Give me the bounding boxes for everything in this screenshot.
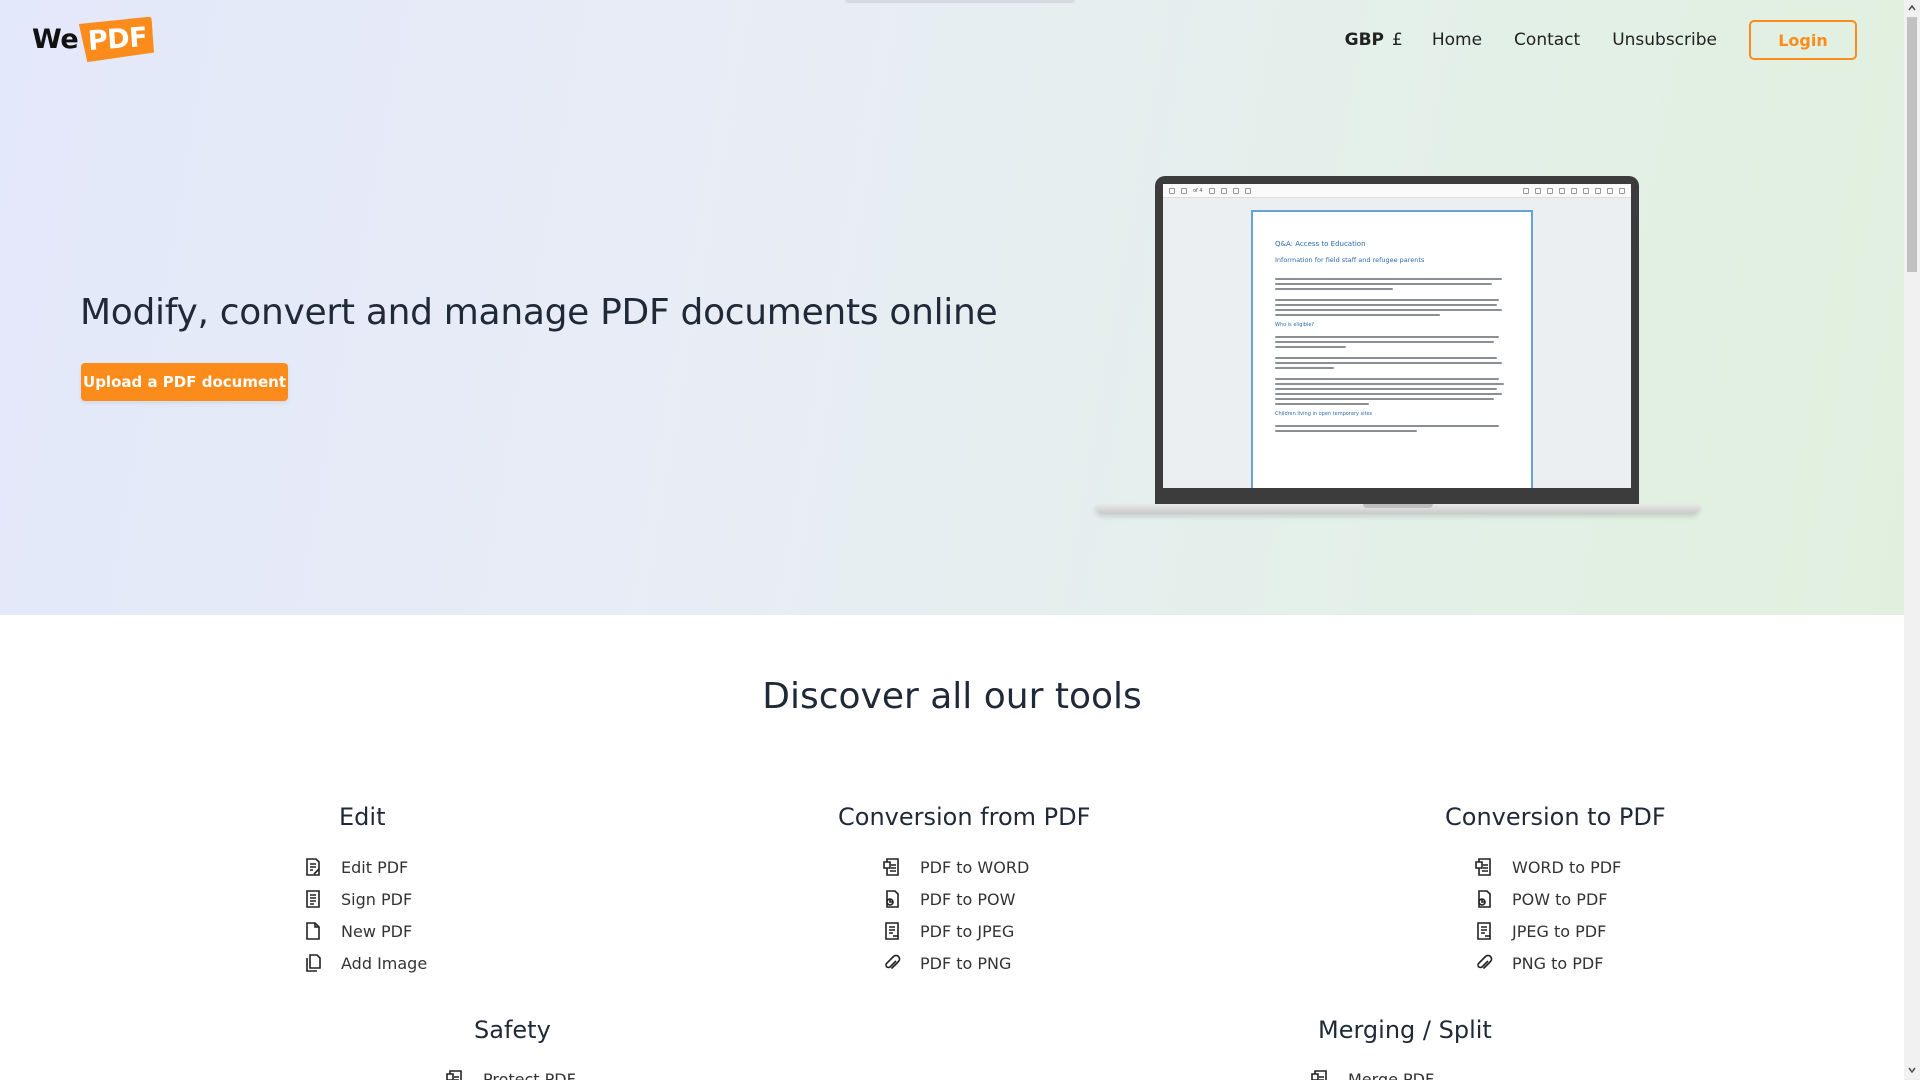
currency-selector[interactable]: GBP £ [1345, 30, 1403, 50]
fullscreen-icon [1571, 187, 1577, 194]
page-view-icon [1244, 187, 1251, 194]
prev-page-icon [1169, 187, 1175, 194]
tool-sign-pdf[interactable]: Sign PDF [303, 883, 427, 915]
category-title-conversion-to-pdf: Conversion to PDF [1445, 803, 1666, 831]
tool-edit-pdf[interactable]: Edit PDF [303, 851, 427, 883]
tool-add-image[interactable]: Add Image [303, 947, 427, 979]
page-counter: of 4 [1193, 187, 1203, 194]
top-indicator [845, 0, 1075, 3]
tool-list-edit: Edit PDF Sign PDF New PDF Add Image [303, 851, 427, 979]
tool-list-merging-split: Merge PDF [1310, 1063, 1434, 1080]
category-title-safety: Safety [474, 1016, 551, 1044]
doc-title: Q&A: Access to Education [1275, 240, 1366, 248]
new-document-icon [303, 921, 323, 941]
currency-code: GBP [1344, 30, 1385, 50]
doc-section-heading: Who is eligible? [1275, 322, 1315, 328]
download-icon [1607, 187, 1613, 194]
pdf-viewer-screen: of 4 Q&A: Access to Education Informatio… [1163, 184, 1631, 488]
powerpoint-document-icon [882, 889, 902, 909]
tool-merge-pdf[interactable]: Merge PDF [1310, 1063, 1434, 1080]
hand-tool-icon [1208, 187, 1215, 194]
doc-subtitle: Information for field staff and refugee … [1275, 256, 1425, 264]
pdf-viewer-toolbar: of 4 [1163, 184, 1631, 198]
nav-home-link[interactable]: Home [1432, 30, 1482, 50]
laptop-screen-frame: of 4 Q&A: Access to Education Informatio… [1155, 176, 1639, 504]
print-icon [1595, 187, 1601, 194]
image-icon [1547, 187, 1553, 194]
tool-word-to-pdf[interactable]: WORD to PDF [1474, 851, 1621, 883]
top-nav: GBP £ Home Contact Unsubscribe Login [1345, 20, 1857, 60]
hero-section: We PDF GBP £ Home Contact Unsubscribe Lo… [0, 0, 1904, 615]
nav-unsubscribe-link[interactable]: Unsubscribe [1612, 30, 1717, 50]
search-icon [1619, 187, 1625, 194]
logo-we-text: We [32, 23, 79, 55]
tool-new-pdf[interactable]: New PDF [303, 915, 427, 947]
tool-pdf-to-pow[interactable]: PDF to POW [882, 883, 1029, 915]
scroll-up-arrow-icon[interactable] [1908, 4, 1916, 12]
zoom-in-icon [1232, 187, 1239, 194]
form-icon [1559, 187, 1565, 194]
tool-jpeg-to-pdf[interactable]: JPEG to PDF [1474, 915, 1621, 947]
pdf-page-preview: Q&A: Access to Education Information for… [1251, 210, 1533, 488]
edit-document-icon [303, 857, 323, 877]
image-document-icon [882, 921, 902, 941]
category-title-conversion-from-pdf: Conversion from PDF [838, 803, 1091, 831]
tool-list-safety: Protect PDF [445, 1063, 576, 1080]
expand-icon [1583, 187, 1589, 194]
logo-pdf-text: PDF [79, 16, 155, 62]
tool-pdf-to-jpeg[interactable]: PDF to JPEG [882, 915, 1029, 947]
paperclip-icon [882, 953, 902, 973]
tool-list-conversion-from-pdf: PDF to WORD PDF to POW PDF to JPEG PDF t… [882, 851, 1029, 979]
sign-document-icon [303, 889, 323, 909]
word-document-icon [1474, 857, 1494, 877]
tool-pow-to-pdf[interactable]: POW to PDF [1474, 883, 1621, 915]
copy-document-icon [303, 953, 323, 973]
word-document-icon [882, 857, 902, 877]
next-page-icon [1181, 187, 1187, 194]
powerpoint-document-icon [1474, 889, 1494, 909]
hero-title: Modify, convert and manage PDF documents… [80, 292, 998, 333]
laptop-illustration: of 4 Q&A: Access to Education Informatio… [1095, 176, 1700, 516]
tool-pdf-to-word[interactable]: PDF to WORD [882, 851, 1029, 883]
pen-icon [1523, 187, 1529, 194]
nav-contact-link[interactable]: Contact [1514, 30, 1580, 50]
zoom-out-icon [1220, 187, 1227, 194]
scroll-down-arrow-icon[interactable] [1908, 1066, 1916, 1074]
annotate-icon [1535, 187, 1541, 194]
laptop-notch [1363, 504, 1433, 508]
image-document-icon [1474, 921, 1494, 941]
upload-pdf-button[interactable]: Upload a PDF document [81, 363, 288, 401]
login-button[interactable]: Login [1749, 20, 1857, 60]
tools-section-title: Discover all our tools [762, 676, 1142, 717]
logo[interactable]: We PDF [32, 15, 153, 63]
lock-document-icon [445, 1069, 465, 1080]
tool-pdf-to-png[interactable]: PDF to PNG [882, 947, 1029, 979]
tool-list-conversion-to-pdf: WORD to PDF POW to PDF JPEG to PDF PNG t… [1474, 851, 1621, 979]
paperclip-icon [1474, 953, 1494, 973]
category-title-edit: Edit [339, 803, 386, 831]
tool-protect-pdf[interactable]: Protect PDF [445, 1063, 576, 1080]
merge-document-icon [1310, 1069, 1330, 1080]
doc-section-heading: Children living in open temporary sites [1275, 411, 1373, 417]
tool-png-to-pdf[interactable]: PNG to PDF [1474, 947, 1621, 979]
scrollbar-thumb[interactable] [1907, 17, 1917, 272]
page-scrollbar[interactable] [1904, 0, 1920, 1080]
category-title-merging-split: Merging / Split [1318, 1016, 1492, 1044]
currency-symbol: £ [1392, 30, 1403, 50]
